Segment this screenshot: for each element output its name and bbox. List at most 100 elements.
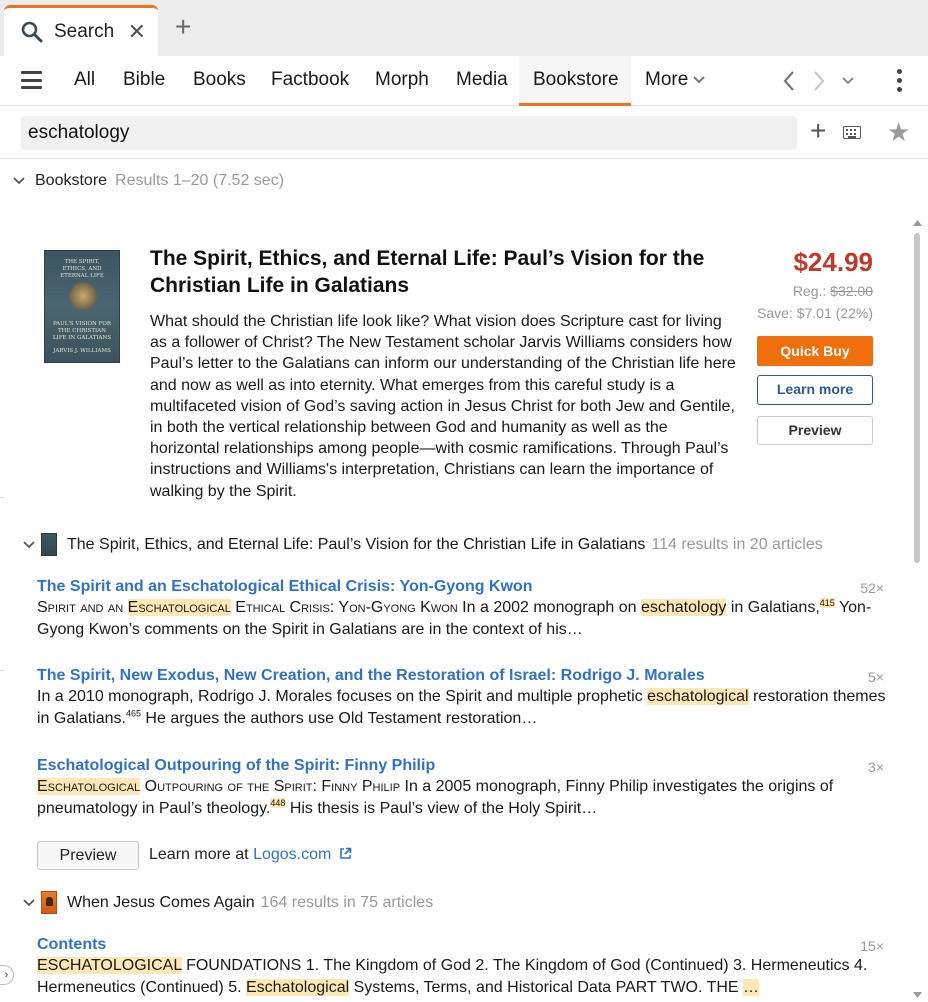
book-cover-image[interactable]: THE SPIRIT, ETHICS, AND ETERNAL LIFE PAU… <box>44 250 120 363</box>
preview-button[interactable]: Preview <box>757 416 873 445</box>
active-tab-underline <box>519 103 631 106</box>
highlighted-term: eschatology <box>640 599 727 616</box>
snippet-text: Ethical Crisis: Yon-Gyong Kwon <box>230 599 458 616</box>
hit-count: 5× <box>868 669 884 685</box>
product-title[interactable]: The Spirit, Ethics, and Eternal Life: Pa… <box>150 245 740 299</box>
menu-icon[interactable] <box>21 71 42 89</box>
cover-author: JARVIS J. WILLIAMS <box>53 348 111 354</box>
result-snippet: Spirit and an Eschatological Ethical Cri… <box>37 597 887 640</box>
result-snippet: Eschatological Outpouring of the Spirit:… <box>37 776 887 819</box>
search-input[interactable] <box>21 116 797 150</box>
search-result: The Spirit, New Exodus, New Creation, an… <box>37 667 887 729</box>
footnote-marker[interactable]: 448 <box>270 798 286 809</box>
result-title[interactable]: Contents <box>37 936 887 954</box>
cover-title-line: ETERNAL LIFE <box>60 273 104 279</box>
nav-tab-bookstore[interactable]: Bookstore <box>533 69 619 91</box>
results-summary: Results 1–20 (7.52 sec) <box>115 172 285 189</box>
footnote-marker[interactable]: 415 <box>819 597 835 608</box>
more-options-icon[interactable] <box>897 69 903 93</box>
cover-art <box>69 281 97 311</box>
section-title: Bookstore <box>35 172 108 189</box>
nav-tab-bible[interactable]: Bible <box>123 69 165 91</box>
nav-tab-all[interactable]: All <box>74 69 95 91</box>
regular-price-label: Reg.: <box>792 283 831 299</box>
tab-search[interactable]: Search ✕ <box>4 5 158 56</box>
scroll-up-icon[interactable] <box>913 220 922 226</box>
book-group-header[interactable]: When Jesus Comes Again 164 results in 75… <box>23 891 433 914</box>
snippet-text: Systems, Terms, and Historical Data PART… <box>349 978 744 996</box>
keyboard-icon[interactable] <box>843 126 861 139</box>
nav-tab-factbook[interactable]: Factbook <box>271 69 349 91</box>
result-title[interactable]: Eschatological Outpouring of the Spirit:… <box>37 757 887 775</box>
forward-arrow-icon[interactable] <box>812 70 826 92</box>
quick-buy-button[interactable]: Quick Buy <box>757 336 873 366</box>
external-link-icon[interactable] <box>339 847 352 860</box>
group-preview-button[interactable]: Preview <box>37 841 139 870</box>
highlighted-term: Eschatological <box>127 599 231 616</box>
learn-more-prefix: Learn more at <box>149 846 254 863</box>
expand-panel-icon[interactable]: › <box>0 965 14 985</box>
tab-strip: Search ✕ + <box>0 0 928 56</box>
book-group-meta: 114 results in 20 articles <box>651 535 823 553</box>
snippet-text: He argues the authors use Old Testament … <box>140 709 538 727</box>
collapse-chevron-icon[interactable] <box>23 898 35 907</box>
result-snippet: In a 2010 monograph, Rodrigo J. Morales … <box>37 686 887 729</box>
result-title[interactable]: The Spirit, New Exodus, New Creation, an… <box>37 667 887 685</box>
nav-tab-more[interactable]: More <box>645 69 688 91</box>
search-icon <box>21 21 43 43</box>
collapse-chevron-icon[interactable] <box>13 177 25 185</box>
learn-more-line: Learn more at Logos.com <box>149 846 352 864</box>
cover-title-line: ETHICS, AND <box>62 266 102 272</box>
book-group-header[interactable]: The Spirit, Ethics, and Eternal Life: Pa… <box>23 533 823 556</box>
snippet-text: Outpouring of the Spirit: Finny Philip <box>140 778 401 795</box>
search-row: + ★ <box>0 107 928 159</box>
learn-more-button[interactable]: Learn more <box>757 375 873 405</box>
footnote-marker[interactable]: 465 <box>126 708 141 718</box>
regular-price: Reg.: $32.00 <box>793 283 873 299</box>
nav-tab-media[interactable]: Media <box>456 69 508 91</box>
book-thumbnail <box>41 533 57 556</box>
pane-divider <box>0 497 4 498</box>
search-result: Contents 15× ESCHATOLOGICAL FOUNDATIONS … <box>37 936 887 998</box>
snippet-text: Spirit and an <box>37 599 128 616</box>
cover-subtitle-line: LIFE IN GALATIANS <box>52 335 112 341</box>
favorite-star-icon[interactable]: ★ <box>887 117 910 148</box>
highlighted-term: … <box>743 978 760 996</box>
pane-divider <box>0 670 4 671</box>
scroll-down-icon[interactable] <box>913 992 922 998</box>
sale-price: $24.99 <box>793 247 873 277</box>
close-icon[interactable]: ✕ <box>128 19 146 45</box>
highlighted-term: eschatological <box>647 688 749 705</box>
snippet-text: His thesis is Paul’s view of the Holy Sp… <box>285 799 598 817</box>
add-search-term-icon[interactable]: + <box>810 115 826 147</box>
result-snippet: ESCHATOLOGICAL FOUNDATIONS 1. The Kingdo… <box>37 955 887 998</box>
logos-link[interactable]: Logos.com <box>253 846 331 863</box>
back-arrow-icon[interactable] <box>782 70 796 92</box>
book-group-meta: 164 results in 75 articles <box>260 893 434 911</box>
result-title[interactable]: The Spirit and an Eschatological Ethical… <box>37 578 887 596</box>
nav-tab-books[interactable]: Books <box>193 69 246 91</box>
book-group-title: The Spirit, Ethics, and Eternal Life: Pa… <box>67 535 646 553</box>
cover-subtitle-line: THE CHRISTIAN <box>58 328 106 334</box>
search-result: The Spirit and an Eschatological Ethical… <box>37 578 887 640</box>
snippet-text: In a 2010 monograph, Rodrigo J. Morales … <box>37 688 648 705</box>
highlighted-term: Eschatological <box>245 978 350 996</box>
bookstore-section-header[interactable]: Bookstore Results 1–20 (7.52 sec) <box>13 172 284 190</box>
search-kind-nav: All Bible Books Factbook Morph Media Boo… <box>0 56 928 106</box>
snippet-text: in Galatians, <box>726 599 820 616</box>
snippet-text: In a 2002 monograph on <box>457 599 641 616</box>
highlighted-term: ESCHATOLOGICAL <box>37 957 182 974</box>
regular-price-value: $32.00 <box>830 283 873 299</box>
collapse-chevron-icon[interactable] <box>23 540 35 549</box>
cover-subtitle-line: PAUL'S VISION FOR <box>52 321 112 327</box>
scrollbar-thumb[interactable] <box>914 233 920 563</box>
nav-tab-morph[interactable]: Morph <box>375 69 429 91</box>
add-tab-button[interactable]: + <box>175 13 191 41</box>
search-result: Eschatological Outpouring of the Spirit:… <box>37 757 887 819</box>
history-dropdown-icon[interactable] <box>842 76 854 86</box>
cover-title-line: THE SPIRIT, <box>64 259 100 265</box>
hit-count: 15× <box>860 938 884 954</box>
highlighted-term: Eschatological <box>37 778 141 795</box>
savings: Save: $7.01 (22%) <box>757 305 873 321</box>
chevron-down-icon[interactable] <box>693 75 705 85</box>
